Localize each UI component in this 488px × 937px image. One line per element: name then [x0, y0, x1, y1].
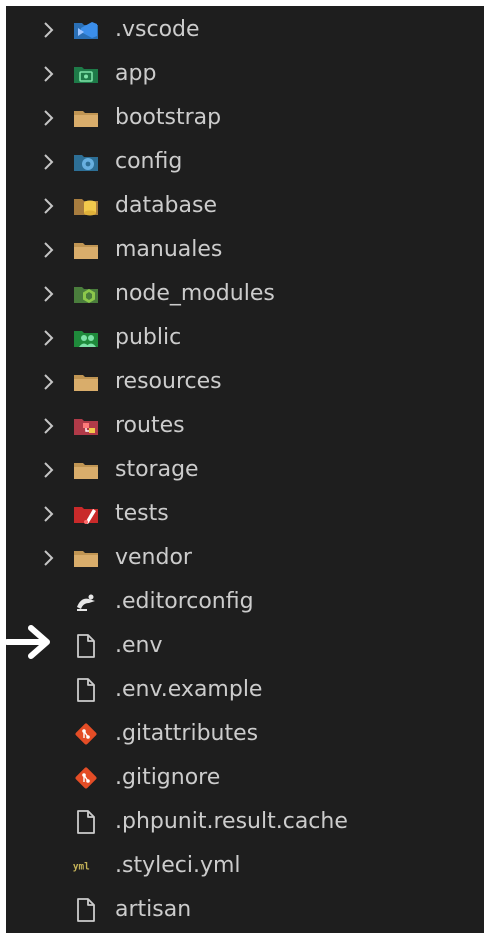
folder-row[interactable]: .vscode — [6, 8, 484, 52]
file-row[interactable]: .env — [6, 624, 484, 668]
item-label: .env — [115, 633, 163, 658]
file-row[interactable]: .env.example — [6, 668, 484, 712]
file-icon — [72, 898, 100, 922]
folder-row[interactable]: node_modules — [6, 272, 484, 316]
item-label: resources — [115, 369, 222, 394]
chevron-right-icon[interactable] — [40, 461, 58, 479]
file-row[interactable]: .editorconfig — [6, 580, 484, 624]
chevron-right-icon[interactable] — [40, 285, 58, 303]
folder-icon — [72, 238, 100, 262]
folder-row[interactable]: public — [6, 316, 484, 360]
file-icon — [72, 678, 100, 702]
item-label: tests — [115, 501, 169, 526]
item-label: .phpunit.result.cache — [115, 809, 348, 834]
chevron-right-icon[interactable] — [40, 153, 58, 171]
folder-icon — [72, 106, 100, 130]
file-row[interactable]: yml .styleci.yml — [6, 844, 484, 888]
vscode-folder-icon — [72, 18, 100, 42]
file-row[interactable]: artisan — [6, 888, 484, 932]
folder-row[interactable]: database — [6, 184, 484, 228]
folder-row[interactable]: storage — [6, 448, 484, 492]
editorconfig-icon — [72, 590, 100, 614]
file-row[interactable]: .phpunit.result.cache — [6, 800, 484, 844]
chevron-right-icon[interactable] — [40, 417, 58, 435]
yml-icon: yml — [72, 854, 100, 878]
file-explorer: .vscode app bootstrap config database ma… — [6, 6, 484, 933]
item-label: bootstrap — [115, 105, 222, 130]
file-row[interactable]: .gitattributes — [6, 712, 484, 756]
file-icon — [72, 810, 100, 834]
item-label: public — [115, 325, 182, 350]
folder-row[interactable]: routes — [6, 404, 484, 448]
folder-row[interactable]: bootstrap — [6, 96, 484, 140]
item-label: .gitattributes — [115, 721, 259, 746]
folder-icon — [72, 370, 100, 394]
item-label: manuales — [115, 237, 223, 262]
chevron-right-icon[interactable] — [40, 109, 58, 127]
file-icon — [72, 634, 100, 658]
public-folder-icon — [72, 326, 100, 350]
svg-text:yml: yml — [73, 862, 90, 873]
item-label: .vscode — [115, 17, 200, 42]
app-folder-icon — [72, 62, 100, 86]
chevron-right-icon[interactable] — [40, 21, 58, 39]
git-icon — [72, 766, 100, 790]
node-folder-icon — [72, 282, 100, 306]
item-label: routes — [115, 413, 185, 438]
item-label: storage — [115, 457, 199, 482]
config-folder-icon — [72, 150, 100, 174]
item-label: .styleci.yml — [115, 853, 241, 878]
chevron-right-icon[interactable] — [40, 241, 58, 259]
chevron-right-icon[interactable] — [40, 329, 58, 347]
folder-icon — [72, 546, 100, 570]
tests-folder-icon — [72, 502, 100, 526]
chevron-right-icon[interactable] — [40, 65, 58, 83]
folder-row[interactable]: tests — [6, 492, 484, 536]
database-folder-icon — [72, 194, 100, 218]
folder-icon — [72, 458, 100, 482]
right-arrow-icon — [0, 620, 58, 664]
item-label: vendor — [115, 545, 192, 570]
routes-folder-icon — [72, 414, 100, 438]
chevron-right-icon[interactable] — [40, 373, 58, 391]
item-label: .env.example — [115, 677, 263, 702]
item-label: artisan — [115, 897, 192, 922]
item-label: database — [115, 193, 217, 218]
chevron-right-icon[interactable] — [40, 505, 58, 523]
git-icon — [72, 722, 100, 746]
folder-row[interactable]: config — [6, 140, 484, 184]
chevron-right-icon[interactable] — [40, 197, 58, 215]
item-label: app — [115, 61, 157, 86]
folder-row[interactable]: app — [6, 52, 484, 96]
file-row[interactable]: .gitignore — [6, 756, 484, 800]
folder-row[interactable]: vendor — [6, 536, 484, 580]
folder-row[interactable]: resources — [6, 360, 484, 404]
folder-row[interactable]: manuales — [6, 228, 484, 272]
item-label: .gitignore — [115, 765, 221, 790]
chevron-right-icon[interactable] — [40, 549, 58, 567]
item-label: config — [115, 149, 183, 174]
item-label: node_modules — [115, 281, 275, 306]
item-label: .editorconfig — [115, 589, 254, 614]
